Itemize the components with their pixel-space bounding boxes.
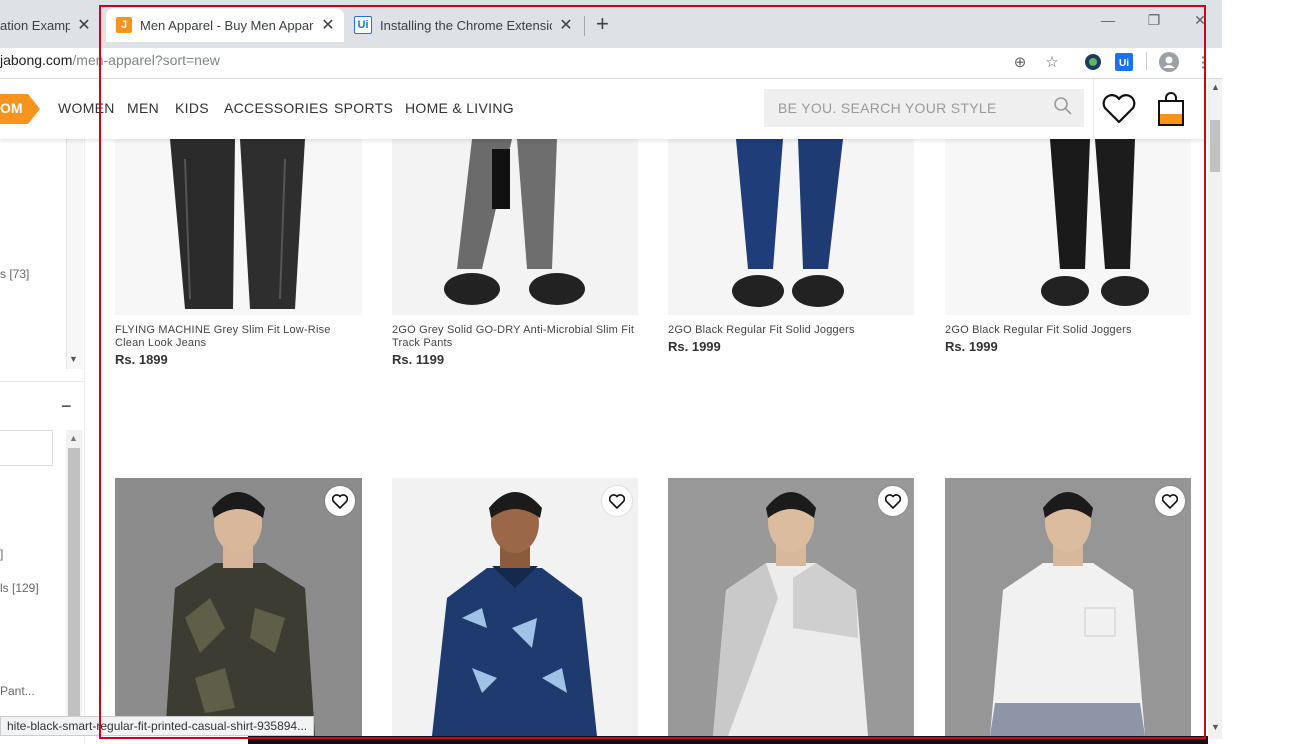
restore-icon[interactable]: ❐ (1144, 12, 1164, 29)
product-price: Rs. 1899 (115, 352, 168, 367)
wishlist-heart-icon[interactable] (878, 486, 908, 516)
wishlist-heart-icon[interactable] (1155, 486, 1185, 516)
scroll-up-arrow-icon[interactable]: ▲ (69, 433, 78, 443)
product-price: Rs. 1199 (392, 352, 445, 367)
filter-option[interactable]: ls [129] (0, 581, 39, 595)
wishlist-heart-icon[interactable] (325, 486, 355, 516)
close-icon[interactable]: ✕ (320, 15, 336, 35)
product-image[interactable] (115, 139, 362, 315)
nav-sports[interactable]: SPORTS (334, 100, 393, 116)
filter-option-fragment: ] (0, 547, 4, 561)
nav-accessories[interactable]: ACCESSORIES (224, 100, 328, 116)
minimize-icon[interactable]: — (1098, 12, 1118, 28)
product-price: Rs. 1999 (945, 339, 998, 354)
nav-women[interactable]: WOMEN (58, 100, 115, 116)
product-name[interactable]: 2GO Grey Solid GO-DRY Anti-Microbial Sli… (392, 324, 638, 350)
page-scrollbar[interactable] (1208, 79, 1222, 739)
tab-title: ation Example (0, 17, 70, 33)
header-divider (1093, 79, 1094, 139)
shopping-bag-icon[interactable] (1157, 92, 1185, 131)
toolbar-divider (1146, 52, 1147, 70)
tab-active[interactable]: J Men Apparel - Buy Men Apparel ✕ (106, 8, 344, 42)
product-price: Rs. 1999 (668, 339, 721, 354)
nav-men[interactable]: MEN (127, 100, 159, 116)
tab-title: Men Apparel - Buy Men Apparel (140, 17, 314, 33)
close-icon[interactable]: ✕ (76, 15, 92, 35)
link-status-bar: hite-black-smart-regular-fit-printed-cas… (0, 716, 315, 736)
page-scroll-down-icon[interactable]: ▼ (1211, 722, 1220, 732)
close-icon[interactable]: ✕ (558, 15, 574, 35)
product-image[interactable] (392, 139, 638, 315)
star-icon[interactable]: ☆ (1041, 51, 1063, 73)
add-icon[interactable]: ⊕ (1009, 51, 1031, 73)
product-image[interactable] (392, 478, 638, 736)
filter-option[interactable]: Pant... (0, 684, 35, 698)
tab-inactive-2[interactable]: Ui Installing the Chrome Extension ✕ (344, 8, 582, 42)
product-name[interactable]: 2GO Black Regular Fit Solid Joggers (945, 324, 1191, 337)
svg-text:Ui: Ui (1119, 58, 1129, 69)
filter-scrollbar[interactable] (66, 139, 83, 369)
scroll-down-arrow-icon[interactable]: ▼ (69, 354, 78, 364)
more-menu-icon[interactable]: ⋮ (1192, 51, 1214, 73)
product-image[interactable] (668, 139, 914, 315)
uipath-extension-icon[interactable]: Ui (1113, 51, 1135, 73)
nav-kids[interactable]: KIDS (175, 100, 209, 116)
sidebar-divider (0, 381, 84, 382)
collapse-minus-icon[interactable]: − (61, 396, 72, 417)
url-field[interactable]: jabong.com/men-apparel?sort=new (0, 52, 220, 68)
url-host: jabong.com (0, 52, 73, 68)
filter-list-scroll-thumb[interactable] (68, 448, 80, 718)
product-image[interactable] (115, 478, 362, 736)
uipath-favicon-icon: Ui (354, 16, 372, 34)
product-image[interactable] (945, 478, 1191, 736)
search-icon[interactable] (1054, 96, 1072, 120)
search-input[interactable] (776, 99, 1054, 117)
url-path: /men-apparel?sort=new (72, 52, 220, 68)
close-window-icon[interactable]: ✕ (1190, 12, 1210, 29)
logo-text: OM (0, 100, 23, 116)
extension-globe-icon[interactable] (1082, 51, 1104, 73)
jabong-favicon-icon: J (116, 17, 132, 33)
wishlist-icon[interactable] (1102, 94, 1136, 129)
tab-inactive-1[interactable]: ation Example ✕ (0, 8, 100, 42)
new-tab-button[interactable]: + (596, 11, 609, 37)
profile-avatar-icon[interactable] (1158, 51, 1180, 73)
nav-home-living[interactable]: HOME & LIVING (405, 100, 514, 116)
wishlist-heart-icon[interactable] (602, 486, 632, 516)
filter-option[interactable]: s [73] (0, 267, 29, 281)
product-image[interactable] (945, 139, 1191, 315)
page-scroll-thumb[interactable] (1210, 120, 1220, 172)
product-image[interactable] (668, 478, 914, 736)
tab-title: Installing the Chrome Extension (380, 17, 552, 33)
filter-search-input[interactable] (0, 430, 53, 466)
search-box[interactable] (764, 89, 1084, 127)
tab-divider (584, 16, 585, 36)
page-scroll-up-icon[interactable]: ▲ (1211, 82, 1220, 92)
product-name[interactable]: FLYING MACHINE Grey Slim Fit Low-Rise Cl… (115, 324, 362, 350)
taskbar-strip (248, 736, 1208, 744)
product-name[interactable]: 2GO Black Regular Fit Solid Joggers (668, 324, 914, 337)
